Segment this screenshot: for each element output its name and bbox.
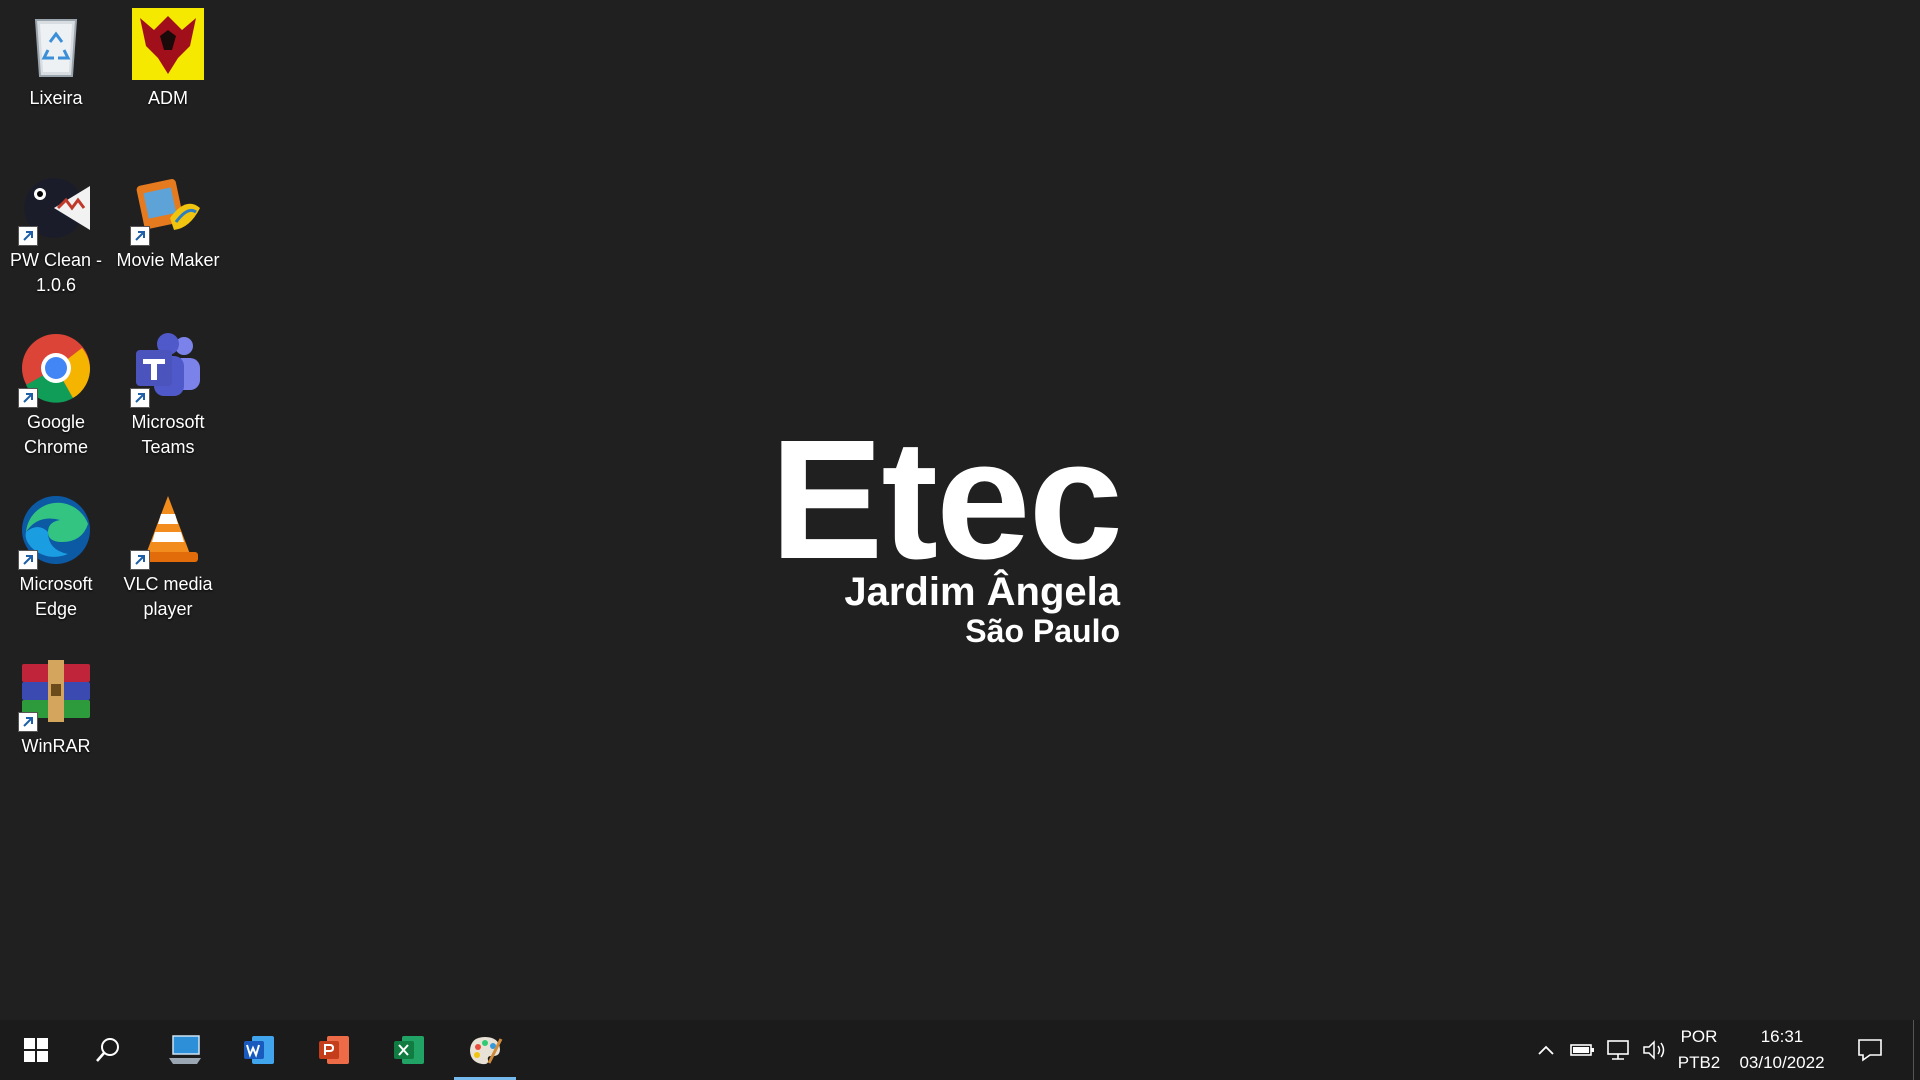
shortcut-arrow-icon: [130, 226, 150, 246]
clock[interactable]: 16:31 03/10/2022: [1728, 1024, 1836, 1076]
desktop-icon-label: Microsoft Edge: [19, 574, 93, 619]
computer-icon: [169, 1035, 201, 1064]
word-icon: [244, 1036, 274, 1064]
speaker-icon: [1643, 1040, 1665, 1060]
shortcut-arrow-icon: [18, 226, 38, 246]
recycle-bin-icon: [18, 6, 94, 82]
shortcut-arrow-icon: [130, 550, 150, 570]
desktop-icon-label: ADM: [148, 88, 188, 108]
desktop-icon-movie-maker[interactable]: Movie Maker: [112, 162, 224, 312]
desktop-icon-label: WinRAR: [21, 736, 91, 756]
desktop-icon-label: PW Clean - 1.0.6: [9, 250, 103, 295]
excel-icon: [394, 1036, 424, 1064]
desktop-icon-microsoft-teams[interactable]: Microsoft Teams: [112, 324, 224, 474]
shortcut-arrow-icon: [130, 388, 150, 408]
notification-icon: [1858, 1039, 1882, 1062]
desktop-icon-label: Lixeira: [29, 88, 83, 108]
pw-clean-icon: [18, 168, 94, 246]
desktop-icon-microsoft-edge[interactable]: Microsoft Edge: [0, 486, 112, 636]
input-language-indicator[interactable]: POR PTB2: [1672, 1024, 1726, 1076]
desktop-icon-vlc[interactable]: VLC media player: [112, 486, 224, 636]
desktop-icon-pw-clean[interactable]: PW Clean - 1.0.6: [0, 162, 112, 312]
desktop-icon-lixeira[interactable]: Lixeira: [0, 0, 112, 150]
taskbar-this-pc[interactable]: [156, 1020, 214, 1080]
wallpaper-logo: Etec Jardim Ângela São Paulo: [770, 415, 1123, 655]
network-icon: [1607, 1040, 1629, 1060]
taskbar-excel[interactable]: [380, 1020, 438, 1080]
desktop-icon-adm[interactable]: ADM: [112, 0, 224, 150]
wallpaper-title: Etec: [770, 405, 1123, 595]
desktop: Lixeira ADM PW Clean - 1.0.6 Movie Maker…: [0, 0, 1920, 1020]
desktop-icon-label: Microsoft Teams: [131, 412, 205, 457]
desktop-icon-label: Google Chrome: [23, 412, 89, 457]
chrome-icon: [18, 330, 94, 408]
search-button[interactable]: [72, 1020, 144, 1080]
vlc-cone-icon: [130, 492, 206, 570]
desktop-icon-google-chrome[interactable]: Google Chrome: [0, 324, 112, 474]
clock-date: 03/10/2022: [1739, 1053, 1825, 1072]
powerpoint-icon: [319, 1036, 349, 1064]
action-center-button[interactable]: [1852, 1020, 1888, 1080]
teams-icon: [130, 330, 206, 408]
taskbar-paint[interactable]: [454, 1020, 516, 1080]
wallpaper-subtitle-1: Jardim Ângela: [844, 570, 1120, 614]
shortcut-arrow-icon: [18, 388, 38, 408]
tray-volume[interactable]: [1636, 1020, 1672, 1080]
desktop-icon-label: Movie Maker: [116, 250, 220, 270]
wallpaper-subtitle-2: São Paulo: [965, 613, 1120, 649]
winrar-books-icon: [18, 654, 94, 732]
dragon-emblem-icon: [130, 6, 206, 82]
taskbar-word[interactable]: [230, 1020, 288, 1080]
desktop-icon-winrar[interactable]: WinRAR: [0, 648, 112, 798]
shortcut-arrow-icon: [18, 712, 38, 732]
taskbar-powerpoint[interactable]: [305, 1020, 363, 1080]
keyboard-layout-label: PTB2: [1677, 1053, 1721, 1072]
power-plug-icon: [1570, 1044, 1594, 1056]
paint-palette-icon: [470, 1037, 503, 1065]
chevron-up-icon: [1538, 1045, 1554, 1055]
tray-power[interactable]: [1564, 1020, 1600, 1080]
shortcut-arrow-icon: [18, 550, 38, 570]
search-icon: [96, 1038, 119, 1062]
show-hidden-icons-button[interactable]: [1528, 1020, 1564, 1080]
start-button[interactable]: [0, 1020, 72, 1080]
desktop-icon-label: VLC media player: [123, 574, 213, 619]
language-label: POR: [1680, 1027, 1718, 1046]
show-desktop-button[interactable]: [1913, 1020, 1920, 1080]
windows-logo-icon: [24, 1038, 48, 1062]
movie-maker-icon: [130, 168, 206, 246]
edge-icon: [18, 492, 94, 570]
tray-network[interactable]: [1600, 1020, 1636, 1080]
taskbar: POR PTB2 16:31 03/10/2022: [0, 1020, 1920, 1080]
clock-time: 16:31: [1760, 1027, 1804, 1046]
